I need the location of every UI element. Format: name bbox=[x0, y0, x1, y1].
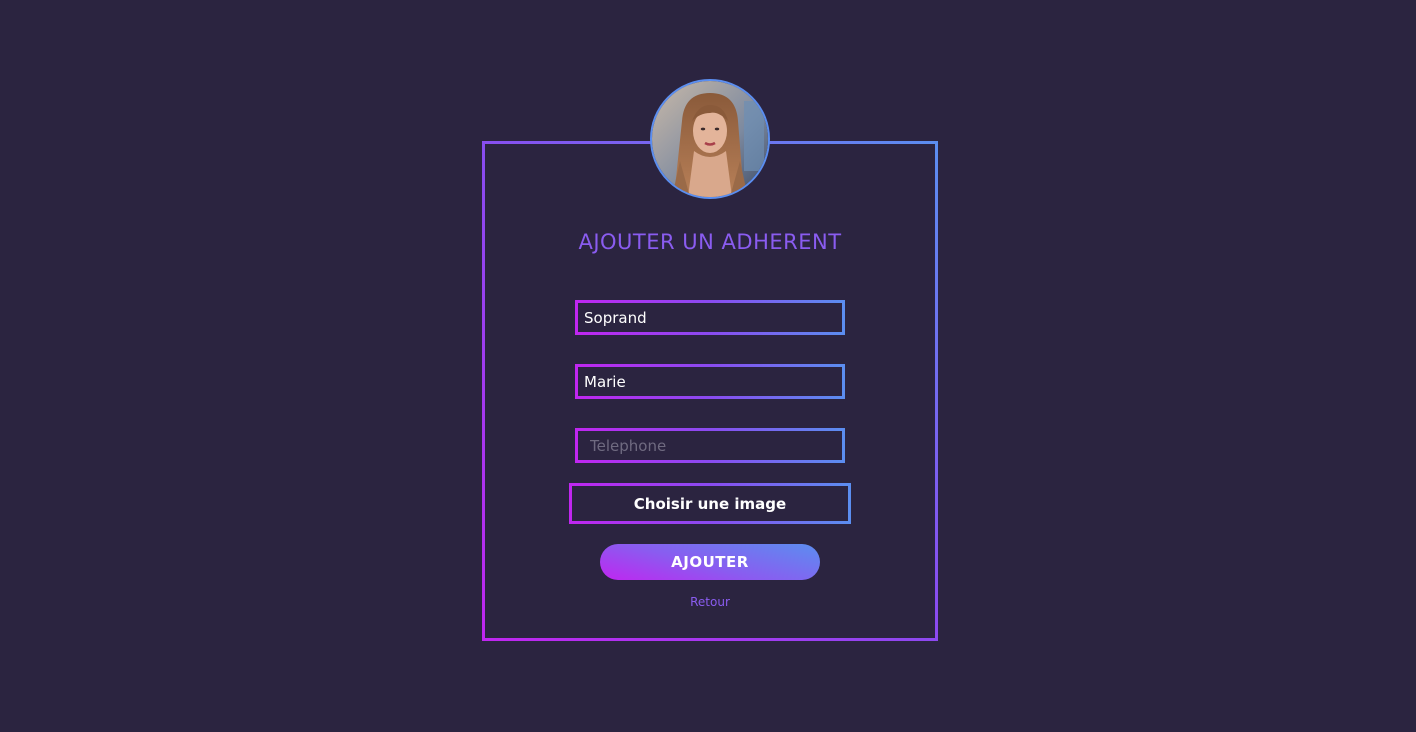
telephone-input[interactable] bbox=[575, 428, 845, 463]
back-link[interactable]: Retour bbox=[482, 595, 938, 609]
prenom-input[interactable] bbox=[575, 364, 845, 399]
add-button[interactable]: AJOUTER bbox=[600, 544, 820, 580]
choose-image-button[interactable]: Choisir une image bbox=[569, 483, 851, 524]
nom-input[interactable] bbox=[575, 300, 845, 335]
avatar bbox=[650, 79, 770, 199]
choose-image-label: Choisir une image bbox=[633, 494, 787, 513]
page-title: AJOUTER UN ADHERENT bbox=[578, 230, 842, 254]
avatar-photo bbox=[652, 81, 768, 197]
